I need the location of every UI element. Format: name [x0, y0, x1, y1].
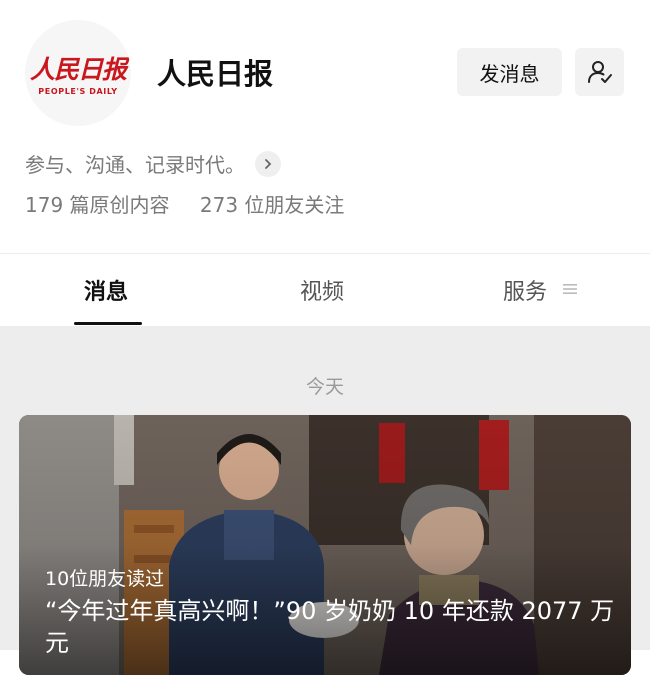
date-separator: 今天: [305, 376, 344, 398]
tab-services[interactable]: 服务: [503, 274, 547, 306]
account-description: 参与、沟通、记录时代。: [25, 153, 245, 177]
account-avatar[interactable]: 人民日报 PEOPLE'S DAILY: [25, 20, 131, 126]
send-message-button[interactable]: 发消息: [457, 48, 562, 96]
tab-bar: 消息 视频 服务: [0, 254, 650, 326]
friend-follower-count[interactable]: 273 位朋友关注: [200, 193, 345, 217]
profile-header: 人民日报 PEOPLE'S DAILY 人民日报 发消息 参与、沟通、记录时代。…: [0, 0, 650, 254]
message-feed: 今天 10位朋友读过 “今年过年真高兴啊！”90 岁奶奶 10 年还款 2077…: [0, 326, 650, 675]
article-title[interactable]: “今年过年真高兴啊！”90 岁奶奶 10 年还款 2077 万元: [45, 595, 625, 659]
user-check-icon: [587, 61, 612, 83]
chevron-right-icon[interactable]: [255, 150, 281, 177]
article-card[interactable]: 10位朋友读过 “今年过年真高兴啊！”90 岁奶奶 10 年还款 2077 万元: [19, 415, 631, 675]
account-name: 人民日报: [157, 57, 274, 91]
tab-videos[interactable]: 视频: [300, 274, 344, 306]
account-description-row[interactable]: 参与、沟通、记录时代。: [25, 149, 281, 178]
original-content-count: 179 篇原创内容: [25, 193, 170, 217]
active-tab-indicator: [74, 322, 142, 325]
friends-read-count: 10位朋友读过: [45, 568, 165, 590]
tab-messages[interactable]: 消息: [84, 274, 128, 306]
account-stats: 179 篇原创内容 273 位朋友关注: [25, 189, 368, 218]
logo-chinese-text: 人民日报: [29, 55, 127, 84]
follow-button[interactable]: [575, 48, 624, 96]
logo-english-text: PEOPLE'S DAILY: [38, 87, 118, 96]
menu-icon: [563, 284, 577, 294]
